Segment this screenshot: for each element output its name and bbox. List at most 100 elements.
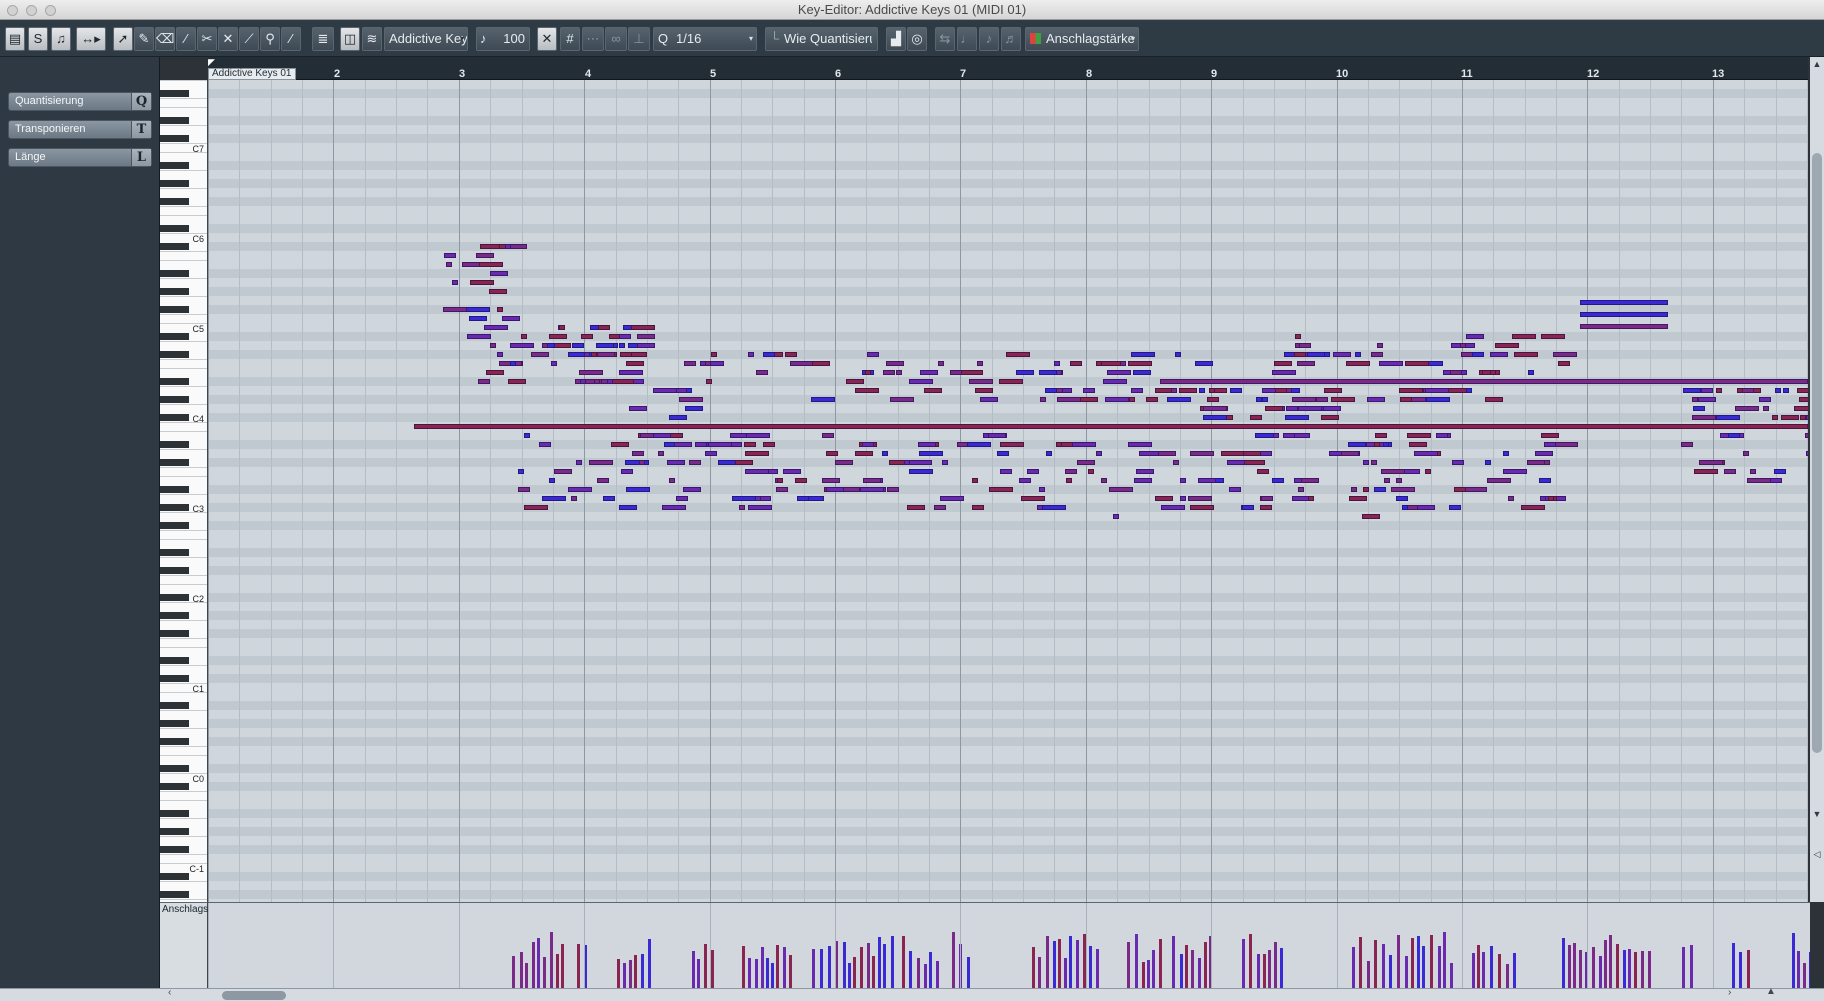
inspector-quantize-section[interactable]: Quantisierung Q — [8, 92, 152, 111]
midi-note[interactable] — [700, 361, 725, 366]
midi-note[interactable] — [469, 316, 488, 321]
midi-note[interactable] — [1045, 388, 1058, 393]
midi-note[interactable] — [625, 487, 650, 492]
midi-note[interactable] — [1174, 352, 1181, 357]
midi-note[interactable] — [553, 469, 572, 474]
velocity-bar[interactable] — [776, 945, 779, 988]
midi-note[interactable] — [883, 370, 896, 375]
midi-note[interactable] — [980, 397, 999, 402]
midi-note[interactable] — [1557, 361, 1570, 366]
midi-note[interactable] — [596, 478, 609, 483]
black-key[interactable] — [160, 783, 189, 790]
velocity-bar[interactable] — [1792, 933, 1795, 988]
velocity-bar[interactable] — [1628, 948, 1631, 988]
midi-note[interactable] — [1016, 370, 1035, 375]
velocity-bar[interactable] — [820, 949, 823, 988]
midi-note[interactable] — [1257, 469, 1270, 474]
midi-note[interactable] — [1453, 487, 1466, 492]
black-key[interactable] — [160, 612, 189, 619]
midi-note[interactable] — [1295, 334, 1302, 339]
midi-note[interactable] — [1203, 406, 1228, 411]
midi-note[interactable] — [1079, 397, 1098, 402]
solo-editor-icon[interactable]: S — [28, 27, 48, 51]
velocity-bar[interactable] — [783, 946, 786, 988]
midi-note[interactable] — [1299, 343, 1312, 348]
velocity-bar[interactable] — [1682, 946, 1685, 988]
midi-note[interactable] — [661, 505, 686, 510]
horizontal-scrollbar[interactable]: ‹ › ▲ — [0, 986, 1824, 1001]
scroll-left-icon[interactable]: ‹ — [168, 987, 171, 998]
midi-note[interactable] — [1018, 478, 1031, 483]
split-tool-icon[interactable]: ✕ — [218, 27, 238, 51]
midi-note[interactable] — [1540, 334, 1565, 339]
midi-note[interactable] — [1680, 442, 1693, 447]
midi-note[interactable] — [717, 460, 736, 465]
midi-note-sustained[interactable] — [1580, 312, 1668, 317]
midi-note[interactable] — [1095, 451, 1102, 456]
velocity-bar[interactable] — [1142, 962, 1145, 988]
midi-note[interactable] — [1401, 505, 1408, 510]
midi-note[interactable] — [479, 262, 504, 267]
midi-note[interactable] — [1020, 496, 1045, 501]
midi-note[interactable] — [1260, 496, 1273, 501]
velocity-bar[interactable] — [1803, 962, 1806, 988]
midi-note[interactable] — [1800, 415, 1807, 420]
midi-note[interactable] — [919, 370, 938, 375]
midi-note[interactable] — [1172, 460, 1179, 465]
velocity-bar[interactable] — [748, 958, 751, 988]
midi-note[interactable] — [1131, 388, 1144, 393]
midi-note[interactable] — [747, 352, 754, 357]
midi-note[interactable] — [496, 307, 503, 312]
midi-note[interactable] — [862, 478, 881, 483]
midi-note-sustained[interactable] — [1160, 379, 1808, 384]
velocity-bar[interactable] — [1069, 936, 1072, 988]
midi-note[interactable] — [1291, 496, 1310, 501]
black-key[interactable] — [160, 396, 189, 403]
midi-note[interactable] — [619, 334, 632, 339]
midi-note[interactable] — [1463, 487, 1488, 492]
velocity-bar[interactable] — [1405, 955, 1408, 988]
midi-note[interactable] — [596, 352, 615, 357]
midi-note[interactable] — [1284, 415, 1309, 420]
midi-note[interactable] — [1260, 451, 1273, 456]
midi-note[interactable] — [549, 334, 568, 339]
velocity-bar[interactable] — [789, 955, 792, 988]
midi-note[interactable] — [1071, 442, 1096, 447]
midi-note[interactable] — [1161, 505, 1186, 510]
object-selection-tool-icon[interactable]: ➚ — [113, 27, 133, 51]
midi-note[interactable] — [1285, 406, 1298, 411]
velocity-bar[interactable] — [520, 951, 523, 988]
midi-note[interactable] — [1229, 388, 1242, 393]
midi-note[interactable] — [1039, 397, 1046, 402]
midi-note[interactable] — [1000, 469, 1013, 474]
midi-note[interactable] — [1261, 397, 1268, 402]
midi-note[interactable] — [997, 451, 1010, 456]
midi-note[interactable] — [478, 379, 490, 384]
zoom-tool-icon[interactable]: ⚲ — [260, 27, 280, 51]
length-quantize-selector[interactable]: └ Wie Quantisierung — [765, 27, 878, 51]
midi-note[interactable] — [593, 379, 600, 384]
black-key[interactable] — [160, 441, 189, 448]
midi-note[interactable] — [1541, 433, 1560, 438]
black-key[interactable] — [160, 333, 189, 340]
midi-note[interactable] — [1535, 451, 1554, 456]
velocity-bar[interactable] — [1623, 949, 1626, 988]
midi-note[interactable] — [1782, 388, 1789, 393]
midi-note[interactable] — [1773, 469, 1786, 474]
velocity-bar[interactable] — [1634, 951, 1637, 988]
midi-note[interactable] — [1351, 487, 1358, 492]
velocity-bar[interactable] — [843, 941, 846, 988]
velocity-bar[interactable] — [692, 950, 695, 988]
midi-note[interactable] — [762, 442, 775, 447]
midi-note[interactable] — [581, 334, 594, 339]
velocity-bar[interactable] — [917, 957, 920, 988]
quantize-selector[interactable]: Q 1/16 ▾ — [653, 27, 757, 51]
velocity-bar[interactable] — [1443, 932, 1446, 988]
velocity-bar[interactable] — [924, 963, 927, 988]
midi-note-sustained[interactable] — [1580, 324, 1668, 329]
step-input-icon[interactable]: ▟ — [886, 27, 906, 51]
midi-note[interactable] — [969, 379, 994, 384]
midi-note[interactable] — [1396, 496, 1409, 501]
velocity-bar[interactable] — [1809, 952, 1810, 988]
velocity-bar[interactable] — [1417, 936, 1420, 988]
